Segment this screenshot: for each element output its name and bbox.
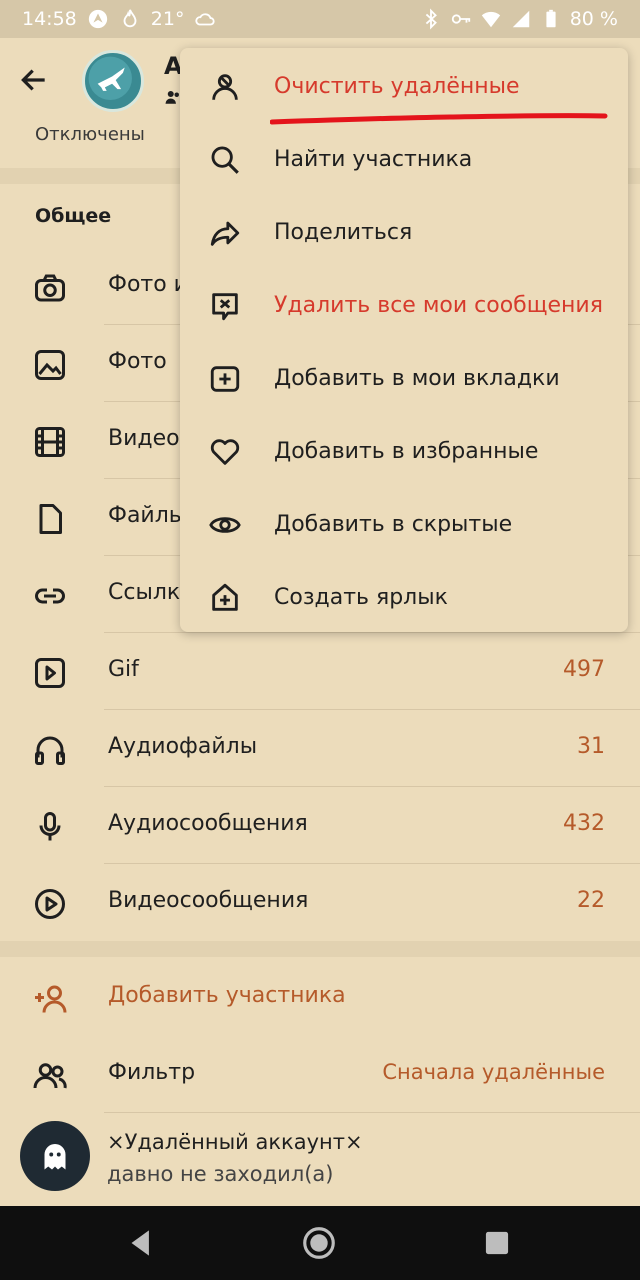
menu-item-label: Удалить все мои сообщения (274, 293, 603, 318)
add-member-button[interactable]: Добавить участника (0, 959, 640, 1036)
menu-item-add-to-tabs[interactable]: Добавить в мои вкладки (180, 342, 628, 415)
menu-item-label: Найти участника (274, 147, 473, 172)
section-title: Общее (35, 205, 112, 227)
media-row-audio-files[interactable]: Аудиофайлы 31 (0, 710, 640, 787)
file-icon (39, 504, 62, 534)
menu-item-share[interactable]: Поделиться (180, 196, 628, 269)
menu-item-label: Поделиться (274, 220, 413, 245)
media-label: Аудиофайлы (108, 734, 258, 759)
menu-item-clear-deleted[interactable]: Очистить удалённые (180, 50, 628, 125)
media-label: Фото (108, 349, 167, 374)
media-label: Видео (108, 426, 180, 451)
wifi-icon (481, 11, 500, 28)
media-label: Ссылк (108, 580, 181, 605)
film-icon (35, 427, 65, 457)
share-icon (210, 221, 240, 246)
jet-icon (88, 56, 132, 100)
mic-icon (39, 812, 61, 841)
system-nav-bar (0, 1206, 640, 1280)
member-list-item[interactable]: ×Удалённый аккаунт× давно не заходил(а) (0, 1116, 640, 1206)
bluetooth-icon (425, 8, 437, 30)
overflow-menu: Очистить удалённые Найти участника Подел… (180, 48, 628, 632)
add-user-icon (35, 985, 67, 1013)
menu-item-delete-my-messages[interactable]: Удалить все мои сообщения (180, 269, 628, 342)
menu-item-label: Добавить в скрытые (274, 512, 513, 537)
status-battery: 80 % (569, 8, 618, 30)
signal-icon (512, 10, 529, 28)
notifications-value: Отключены (35, 124, 145, 145)
ghost-icon (44, 1144, 66, 1170)
media-count: 432 (563, 811, 605, 836)
filter-row[interactable]: Фильтр Сначала удалённые (0, 1036, 640, 1113)
media-row-gif[interactable]: Gif 497 (0, 633, 640, 710)
menu-item-label: Создать ярлык (274, 585, 448, 610)
battery-icon (546, 9, 556, 28)
user-name: ×Удалённый аккаунт× (107, 1130, 363, 1154)
user-status: давно не заходил(а) (107, 1162, 334, 1186)
section-divider (0, 941, 640, 957)
heart-icon (210, 439, 240, 465)
nav-home-icon[interactable] (300, 1224, 338, 1262)
menu-item-create-shortcut[interactable]: Создать ярлык (180, 561, 628, 634)
add-shortcut-icon (212, 583, 238, 611)
key-icon (451, 14, 470, 24)
navigation-icon (88, 9, 107, 29)
menu-item-label: Добавить в избранные (274, 439, 539, 464)
menu-item-label: Добавить в мои вкладки (274, 366, 560, 391)
back-arrow-icon[interactable] (18, 64, 50, 96)
media-label: Видеосообщения (108, 888, 309, 913)
media-row-video-messages[interactable]: Видеосообщения 22 (0, 864, 640, 941)
camera-icon (35, 274, 65, 302)
menu-item-find-member[interactable]: Найти участника (180, 123, 628, 196)
media-label: Gif (108, 657, 139, 682)
fire-icon (123, 9, 137, 28)
filter-label: Фильтр (108, 1060, 196, 1085)
status-temperature: 21° (150, 8, 185, 30)
link-icon (35, 588, 65, 604)
menu-item-add-to-hidden[interactable]: Добавить в скрытые (180, 488, 628, 561)
menu-item-add-to-favorites[interactable]: Добавить в избранные (180, 415, 628, 488)
media-count: 31 (577, 734, 605, 759)
search-icon (211, 146, 239, 174)
nav-recents-icon[interactable] (478, 1224, 516, 1262)
gif-icon (35, 658, 65, 688)
media-row-voice-messages[interactable]: Аудиосообщения 432 (0, 787, 640, 864)
media-count: 22 (577, 888, 605, 913)
media-label: Файль (108, 503, 182, 528)
headphones-icon (35, 736, 65, 765)
image-icon (35, 350, 65, 380)
add-tab-icon (210, 366, 240, 392)
filter-value[interactable]: Сначала удалённые (382, 1060, 605, 1084)
status-bar: 14:58 21° 80 % (0, 0, 640, 38)
members-icon (33, 1063, 67, 1089)
play-circle-icon (35, 889, 65, 919)
delete-message-icon (212, 293, 238, 321)
media-label: Фото и (108, 272, 188, 297)
status-time: 14:58 (22, 8, 77, 30)
media-count: 497 (563, 657, 605, 682)
chat-avatar[interactable] (82, 50, 144, 112)
eye-icon (209, 517, 241, 533)
media-label: Аудиосообщения (108, 811, 308, 836)
nav-back-icon[interactable] (122, 1224, 160, 1262)
user-off-icon (212, 74, 238, 100)
row-divider (104, 1112, 640, 1113)
user-avatar (20, 1121, 90, 1191)
cloud-icon (195, 13, 215, 26)
add-member-label: Добавить участника (108, 983, 346, 1008)
menu-item-label: Очистить удалённые (274, 74, 520, 99)
